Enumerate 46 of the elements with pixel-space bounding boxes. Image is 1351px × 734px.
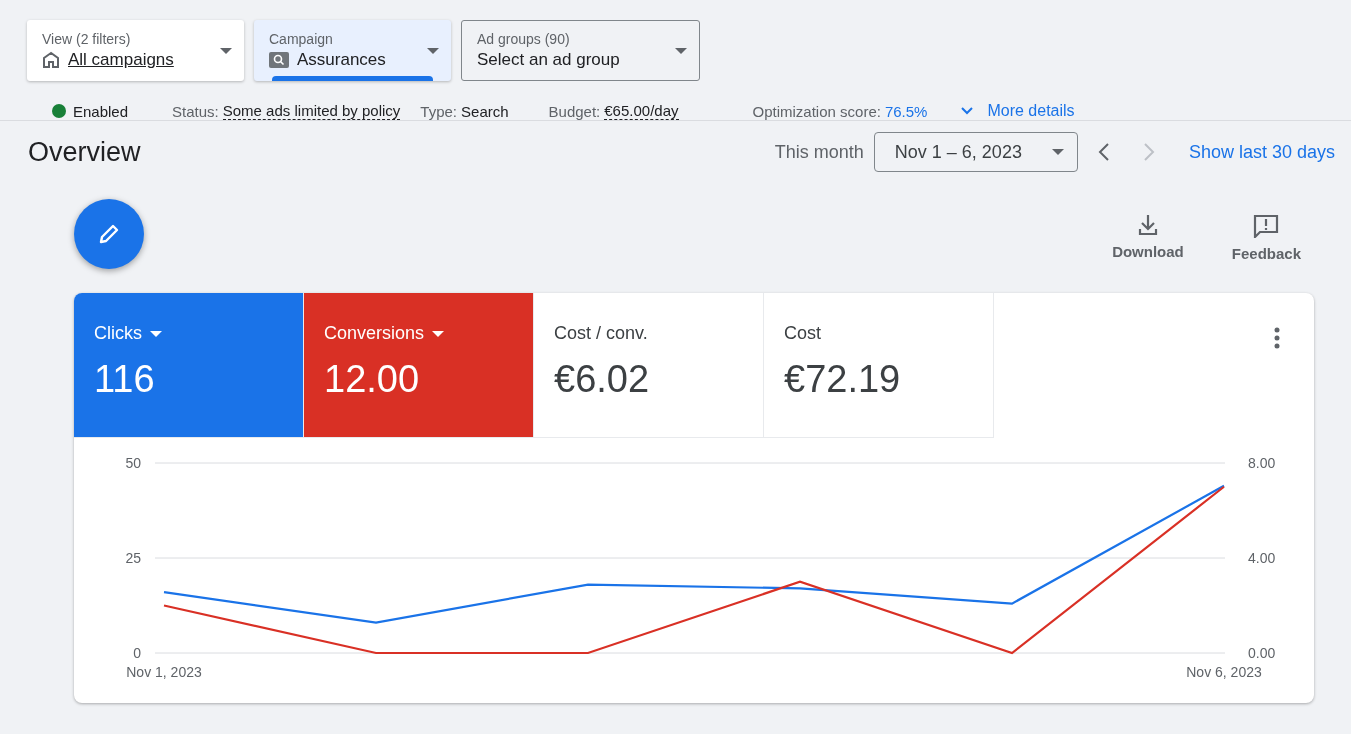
view-dropdown[interactable]: View (2 filters) All campaigns	[27, 20, 244, 81]
budget-value[interactable]: €65.00/day	[604, 102, 679, 120]
caret-icon	[427, 47, 439, 54]
axis-tick-label: 50	[125, 455, 141, 471]
date-range-dropdown[interactable]: Nov 1 – 6, 2023	[873, 132, 1078, 172]
more-details-link[interactable]: More details	[961, 102, 1075, 120]
overview-title: Overview	[28, 136, 142, 168]
date-range-label: This month	[774, 141, 864, 163]
feedback-icon	[1253, 214, 1280, 238]
axis-tick-label: 25	[125, 550, 141, 566]
download-button[interactable]: Download	[1112, 214, 1184, 262]
status-label: Status:	[172, 102, 219, 120]
ad-group-dropdown[interactable]: Ad groups (90) Select an ad group	[461, 20, 700, 81]
metric-tile[interactable]: Cost / conv. €6.02	[534, 293, 764, 438]
caret-icon	[675, 47, 687, 54]
campaign-state: Enabled	[73, 102, 129, 120]
edit-button[interactable]	[74, 199, 144, 269]
axis-tick-label: 4.00	[1248, 550, 1276, 566]
download-icon	[1137, 214, 1158, 236]
caret-icon	[432, 330, 445, 337]
campaign-dropdown[interactable]: Campaign Assurances	[254, 20, 451, 81]
budget-label: Budget:	[548, 102, 601, 120]
type-value: Search	[461, 102, 509, 120]
search-icon	[269, 52, 289, 68]
caret-icon	[220, 47, 232, 54]
axis-tick-label: 0.00	[1248, 645, 1276, 661]
type-label: Type:	[420, 102, 458, 120]
optimization-score-value: 76.5%	[884, 102, 928, 120]
status-value[interactable]: Some ads limited by policy	[222, 102, 401, 120]
caret-icon	[1051, 149, 1064, 155]
chevron-down-icon	[961, 107, 974, 115]
chevron-left-icon[interactable]	[1097, 142, 1110, 162]
caret-icon	[150, 330, 162, 337]
metric-tile[interactable]: Clicks 116	[74, 293, 304, 438]
axis-tick-label: 0	[133, 645, 141, 661]
axis-tick-label: Nov 1, 2023	[126, 664, 202, 680]
metric-tile[interactable]: Conversions 12.00	[304, 293, 534, 438]
more-options-icon[interactable]	[1274, 327, 1280, 349]
feedback-button[interactable]: Feedback	[1231, 214, 1301, 262]
metric-tile[interactable]: Cost €72.19	[764, 293, 994, 438]
pencil-icon	[97, 222, 121, 246]
home-icon	[42, 51, 60, 69]
show-last-30-days-link[interactable]: Show last 30 days	[1188, 141, 1335, 163]
axis-tick-label: 8.00	[1248, 455, 1276, 471]
axis-tick-label: Nov 6, 2023	[1186, 664, 1262, 680]
optimization-score-label: Optimization score:	[752, 102, 881, 120]
